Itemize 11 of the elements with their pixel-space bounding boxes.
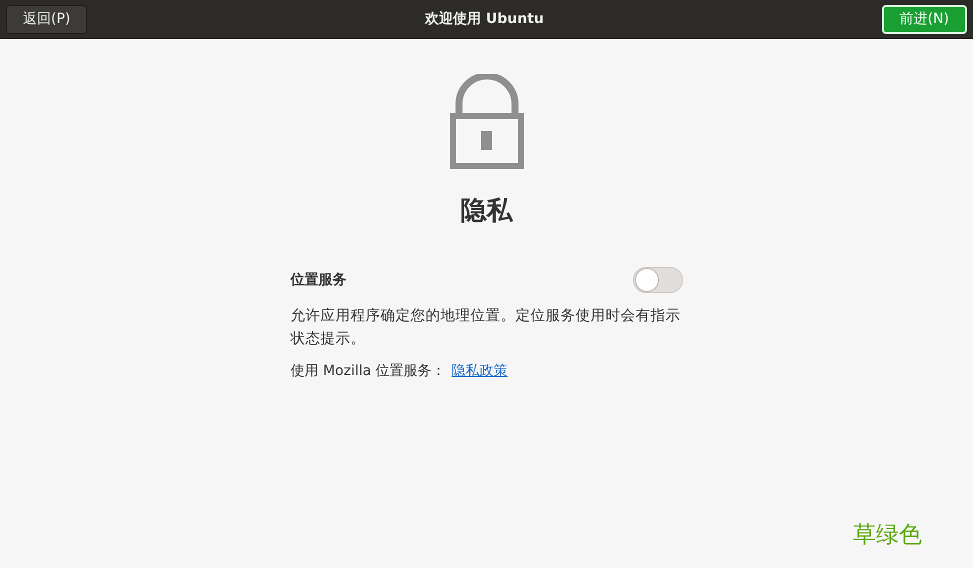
next-button[interactable]: 前进(N) <box>882 4 967 34</box>
lock-icon <box>450 74 524 170</box>
annotation-text: 草绿色 <box>853 521 922 550</box>
provider-text: 使用 Mozilla 位置服务： <box>290 362 446 381</box>
back-button[interactable]: 返回(P) <box>6 4 88 34</box>
window-title: 欢迎使用 Ubuntu <box>425 10 544 28</box>
setting-label: 位置服务 <box>290 270 346 290</box>
description-text: 允许应用程序确定您的地理位置。定位服务使用时会有指示状态提示。 <box>290 306 682 349</box>
privacy-policy-link[interactable]: 隐私政策 <box>452 361 508 382</box>
page-heading: 隐私 <box>460 195 512 228</box>
location-toggle[interactable] <box>632 267 682 293</box>
